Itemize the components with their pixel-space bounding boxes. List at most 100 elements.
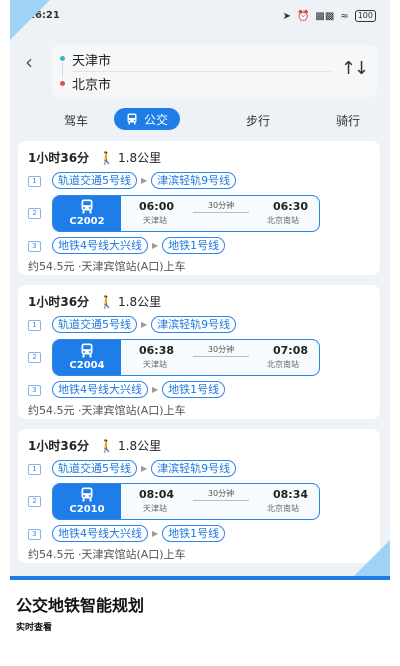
back-button[interactable]: ‹	[20, 50, 38, 74]
line-chip[interactable]: 地铁1号线	[162, 525, 226, 542]
accent-bar	[10, 576, 390, 580]
route-card[interactable]: 1小时36分 🚶 1.8公里 1 轨道交通5号线 ▶ 津滨轻轨9号线 2 C20…	[18, 141, 380, 275]
departure-time: 06:38	[139, 344, 175, 357]
tab-cycle[interactable]: 骑行	[336, 112, 360, 129]
swap-button[interactable]: ↑↓	[340, 58, 369, 79]
route-summary: 1小时36分 🚶 1.8公里	[28, 437, 161, 454]
arrow-right-icon: ▶	[152, 529, 159, 538]
route-duration: 1小时36分	[28, 439, 90, 453]
corner-decoration	[354, 540, 390, 576]
tab-walk[interactable]: 步行	[246, 112, 270, 129]
bus-tag: C2002	[53, 196, 121, 231]
step-index: 3	[28, 529, 41, 540]
transfer-row: 轨道交通5号线 ▶ 津滨轻轨9号线	[52, 172, 237, 189]
step-index: 3	[28, 241, 41, 252]
bus-tag: C2004	[53, 340, 121, 375]
line-chip[interactable]: 地铁4号线大兴线	[52, 525, 148, 542]
tab-transit[interactable]: 公交	[114, 108, 181, 130]
ride-duration: 30分钟	[193, 200, 249, 213]
line-chip[interactable]: 地铁1号线	[162, 381, 226, 398]
step-index: 2	[28, 352, 41, 363]
origin-input[interactable]: 天津市	[72, 50, 111, 69]
arrow-right-icon: ▶	[152, 385, 159, 394]
bus-segment[interactable]: C2004 06:38 天津站 30分钟 07:08 北京南站	[52, 339, 320, 376]
route-summary: 1小时36分 🚶 1.8公里	[28, 149, 161, 166]
arrival-station: 北京南站	[267, 216, 299, 225]
wifi-icon: ≈	[340, 10, 349, 22]
step-index: 2	[28, 496, 41, 507]
arrival-station: 北京南站	[267, 504, 299, 513]
walk-distance-value: 1.8公里	[118, 151, 162, 165]
departure-station: 天津站	[143, 360, 167, 369]
status-bar: 16:21 ➤ ⏰ ▩▩ ≈ 100	[10, 0, 390, 32]
arrival-time: 08:34	[273, 488, 309, 501]
bus-segment[interactable]: C2002 06:00 天津站 30分钟 06:30 北京南站	[52, 195, 320, 232]
ride-duration: 30分钟	[193, 344, 249, 357]
transfer-row: 轨道交通5号线 ▶ 津滨轻轨9号线	[52, 316, 237, 333]
line-chip[interactable]: 地铁4号线大兴线	[52, 237, 148, 254]
status-icons: ➤ ⏰ ▩▩ ≈ 100	[283, 10, 376, 22]
swap-icon: ↑↓	[340, 58, 369, 79]
destination-input[interactable]: 北京市	[72, 74, 111, 93]
route-card[interactable]: 1小时36分 🚶 1.8公里 1 轨道交通5号线 ▶ 津滨轻轨9号线 2 C20…	[18, 429, 380, 563]
bus-icon	[81, 487, 93, 502]
bus-tag: C2010	[53, 484, 121, 519]
line-chip[interactable]: 轨道交通5号线	[52, 460, 137, 477]
bus-icon	[127, 113, 137, 125]
transfer-row: 地铁4号线大兴线 ▶ 地铁1号线	[52, 237, 226, 254]
line-chip[interactable]: 地铁1号线	[162, 237, 226, 254]
departure-station: 天津站	[143, 504, 167, 513]
route-search-box[interactable]: 天津市 北京市 ↑↓	[52, 45, 377, 97]
line-chip[interactable]: 轨道交通5号线	[52, 172, 137, 189]
bus-number: C2010	[69, 504, 105, 515]
line-chip[interactable]: 轨道交通5号线	[52, 316, 137, 333]
step-index: 3	[28, 385, 41, 396]
phone-screen: 16:21 ➤ ⏰ ▩▩ ≈ 100 ‹ 天津市 北京市 ↑↓ 驾车 公交 步行…	[10, 0, 390, 576]
tab-drive[interactable]: 驾车	[64, 112, 88, 129]
departure-time: 06:00	[139, 200, 175, 213]
line-chip[interactable]: 地铁4号线大兴线	[52, 381, 148, 398]
bus-icon	[81, 199, 93, 214]
transfer-row: 轨道交通5号线 ▶ 津滨轻轨9号线	[52, 460, 237, 477]
mode-tabs: 驾车 公交 步行 骑行	[10, 108, 390, 134]
walk-icon: 🚶	[99, 294, 115, 309]
arrival-station: 北京南站	[267, 360, 299, 369]
arrow-right-icon: ▶	[141, 320, 148, 329]
promo-title: 公交地铁智能规划	[16, 596, 145, 615]
arrival-time: 06:30	[273, 200, 309, 213]
battery-icon: 100	[354, 10, 376, 22]
chevron-left-icon: ‹	[25, 50, 33, 74]
corner-decoration	[10, 0, 50, 40]
walk-distance: 🚶 1.8公里	[99, 293, 161, 310]
arrow-right-icon: ▶	[152, 241, 159, 250]
route-duration: 1小时36分	[28, 151, 90, 165]
divider	[72, 71, 331, 72]
arrow-right-icon: ▶	[141, 464, 148, 473]
walk-distance-value: 1.8公里	[118, 439, 162, 453]
departure-station: 天津站	[143, 216, 167, 225]
tab-transit-label: 公交	[144, 112, 169, 127]
line-chip[interactable]: 津滨轻轨9号线	[151, 172, 237, 189]
walk-icon: 🚶	[99, 150, 115, 165]
step-index: 2	[28, 208, 41, 219]
transfer-row: 地铁4号线大兴线 ▶ 地铁1号线	[52, 381, 226, 398]
bus-segment[interactable]: C2010 08:04 天津站 30分钟 08:34 北京南站	[52, 483, 320, 520]
line-chip[interactable]: 津滨轻轨9号线	[151, 460, 237, 477]
destination-dot-icon	[60, 81, 65, 86]
signal-icon: ▩▩	[315, 10, 335, 22]
route-summary: 1小时36分 🚶 1.8公里	[28, 293, 161, 310]
step-index: 1	[28, 320, 41, 331]
step-index: 1	[28, 176, 41, 187]
route-card[interactable]: 1小时36分 🚶 1.8公里 1 轨道交通5号线 ▶ 津滨轻轨9号线 2 C20…	[18, 285, 380, 419]
transfer-row: 地铁4号线大兴线 ▶ 地铁1号线	[52, 525, 226, 542]
fare-info: 约54.5元 ·天津宾馆站(A口)上车	[28, 260, 186, 273]
departure-time: 08:04	[139, 488, 175, 501]
origin-dot-icon	[60, 56, 65, 61]
ride-duration: 30分钟	[193, 488, 249, 501]
fare-info: 约54.5元 ·天津宾馆站(A口)上车	[28, 404, 186, 417]
location-icon: ➤	[282, 10, 291, 22]
arrow-right-icon: ▶	[141, 176, 148, 185]
walk-distance-value: 1.8公里	[118, 295, 162, 309]
line-chip[interactable]: 津滨轻轨9号线	[151, 316, 237, 333]
walk-distance: 🚶 1.8公里	[99, 149, 161, 166]
